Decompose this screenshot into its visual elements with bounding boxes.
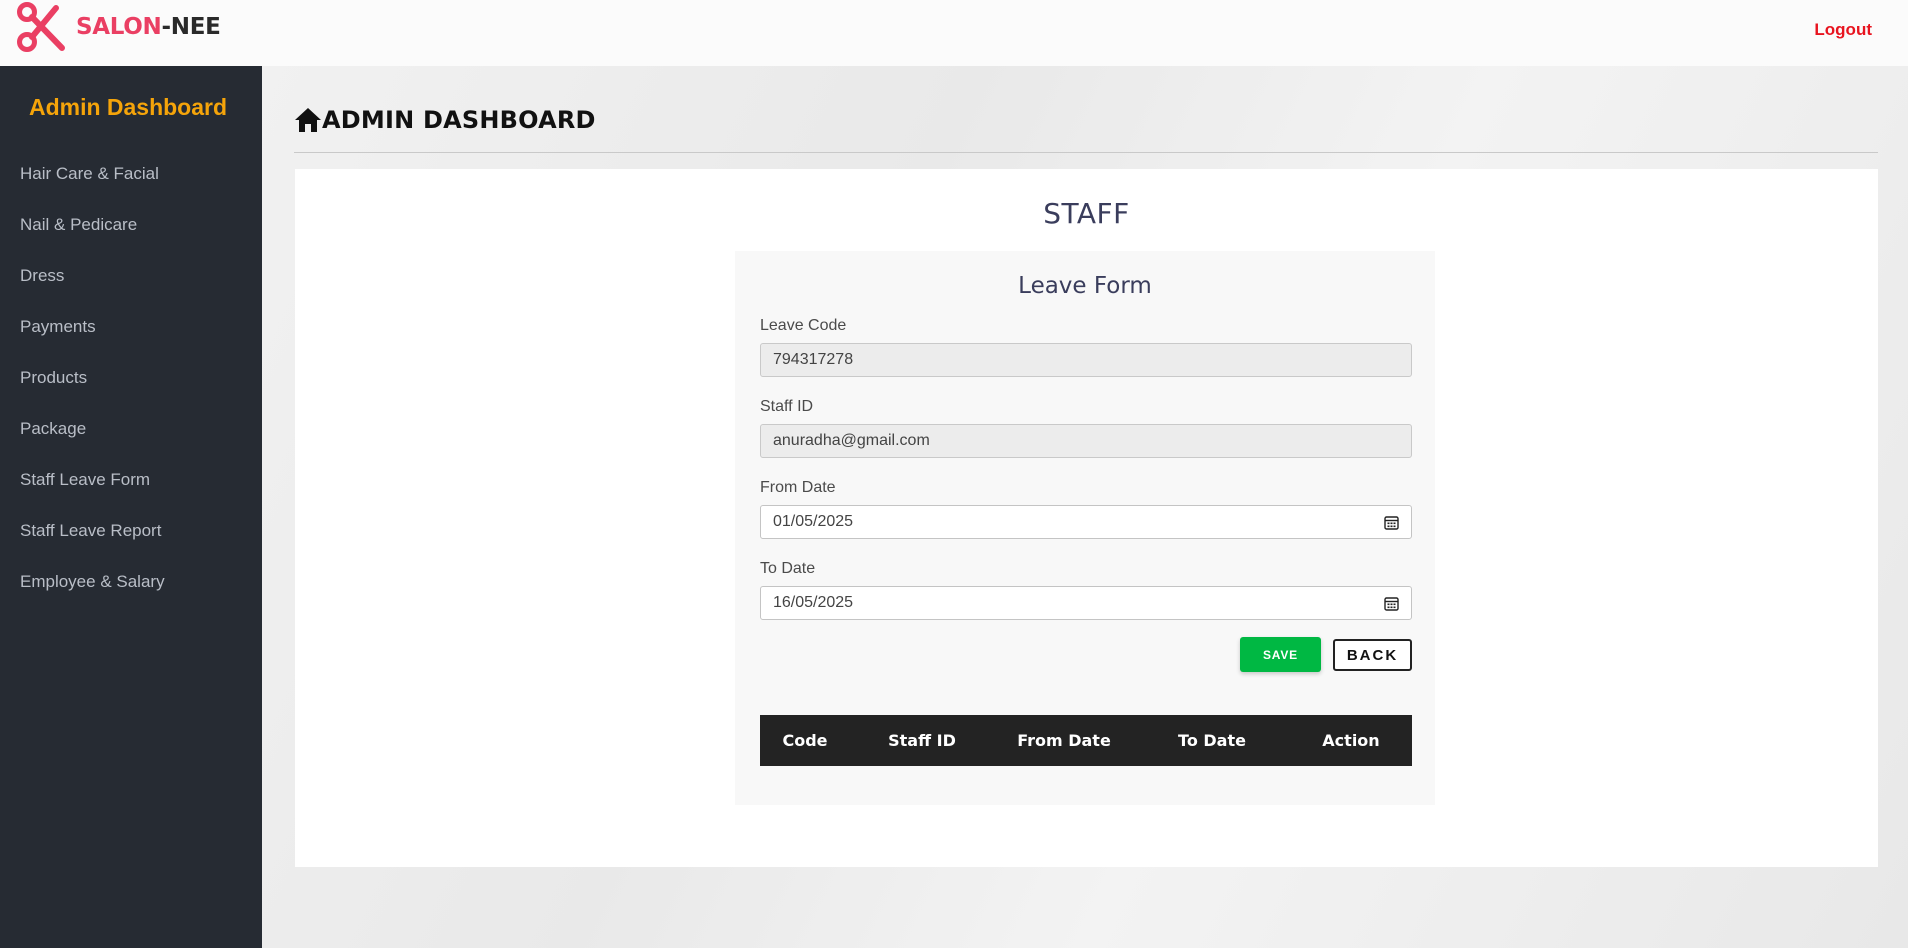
sidebar-item-employee-salary[interactable]: Employee & Salary — [0, 571, 262, 622]
sidebar-item-package[interactable]: Package — [0, 418, 262, 469]
to-date-value: 16/05/2025 — [773, 594, 854, 611]
leave-code-label: Leave Code — [760, 317, 847, 334]
sidebar-item-dress[interactable]: Dress — [0, 265, 262, 316]
sidebar-item-staff-leave-form[interactable]: Staff Leave Form — [0, 469, 262, 520]
staff-id-value: anuradha@gmail.com — [773, 432, 930, 449]
top-navbar: SALON-NEE Logout — [0, 0, 1908, 66]
brand-name: SALON-NEE — [76, 14, 221, 40]
sidebar-item-payments[interactable]: Payments — [0, 316, 262, 367]
column-header-to-date: To Date — [1178, 731, 1246, 750]
calendar-icon[interactable] — [1384, 515, 1399, 530]
home-icon — [295, 108, 321, 132]
form-title: Leave Form — [1018, 273, 1152, 299]
column-header-from-date: From Date — [1017, 731, 1111, 750]
sidebar-item-nail-pedicare[interactable]: Nail & Pedicare — [0, 214, 262, 265]
staff-id-label: Staff ID — [760, 398, 814, 415]
from-date-label: From Date — [760, 479, 836, 496]
section-title: STAFF — [1043, 197, 1130, 230]
page-header: ADMIN DASHBOARD — [294, 106, 596, 134]
staff-id-input[interactable]: anuradha@gmail.com — [760, 424, 1412, 458]
from-date-value: 01/05/2025 — [773, 513, 854, 530]
sidebar-title: Admin Dashboard — [28, 94, 228, 120]
brand-logo[interactable]: SALON-NEE — [16, 2, 221, 52]
from-date-input[interactable]: 01/05/2025 — [760, 505, 1412, 539]
page-title: ADMIN DASHBOARD — [322, 106, 596, 134]
to-date-input[interactable]: 16/05/2025 — [760, 586, 1412, 620]
sidebar-item-staff-leave-report[interactable]: Staff Leave Report — [0, 520, 262, 571]
sidebar-item-products[interactable]: Products — [0, 367, 262, 418]
content-card: STAFF Leave Form Leave Code 794317278 St… — [295, 169, 1878, 867]
back-button[interactable]: BACK — [1333, 639, 1412, 671]
sidebar-item-hair-care-facial[interactable]: Hair Care & Facial — [0, 163, 262, 214]
save-button[interactable]: SAVE — [1240, 637, 1321, 672]
column-header-action: Action — [1322, 731, 1380, 750]
sidebar-nav: Hair Care & Facial Nail & Pedicare Dress… — [0, 163, 262, 622]
scissors-icon — [17, 2, 65, 52]
to-date-label: To Date — [760, 560, 816, 577]
column-header-code: Code — [782, 731, 828, 750]
sidebar: Admin Dashboard Hair Care & Facial Nail … — [0, 66, 262, 948]
logout-link[interactable]: Logout — [1814, 20, 1872, 40]
leave-code-input[interactable]: 794317278 — [760, 343, 1412, 377]
calendar-icon[interactable] — [1384, 596, 1399, 611]
main-content: ADMIN DASHBOARD STAFF Leave Form Leave C… — [262, 66, 1908, 948]
leave-table-header: Code Staff ID From Date To Date Action — [760, 715, 1412, 766]
leave-form: Leave Form Leave Code 794317278 Staff ID… — [735, 251, 1435, 805]
leave-code-value: 794317278 — [773, 351, 854, 368]
column-header-staff-id: Staff ID — [888, 731, 956, 750]
header-divider — [294, 152, 1878, 153]
